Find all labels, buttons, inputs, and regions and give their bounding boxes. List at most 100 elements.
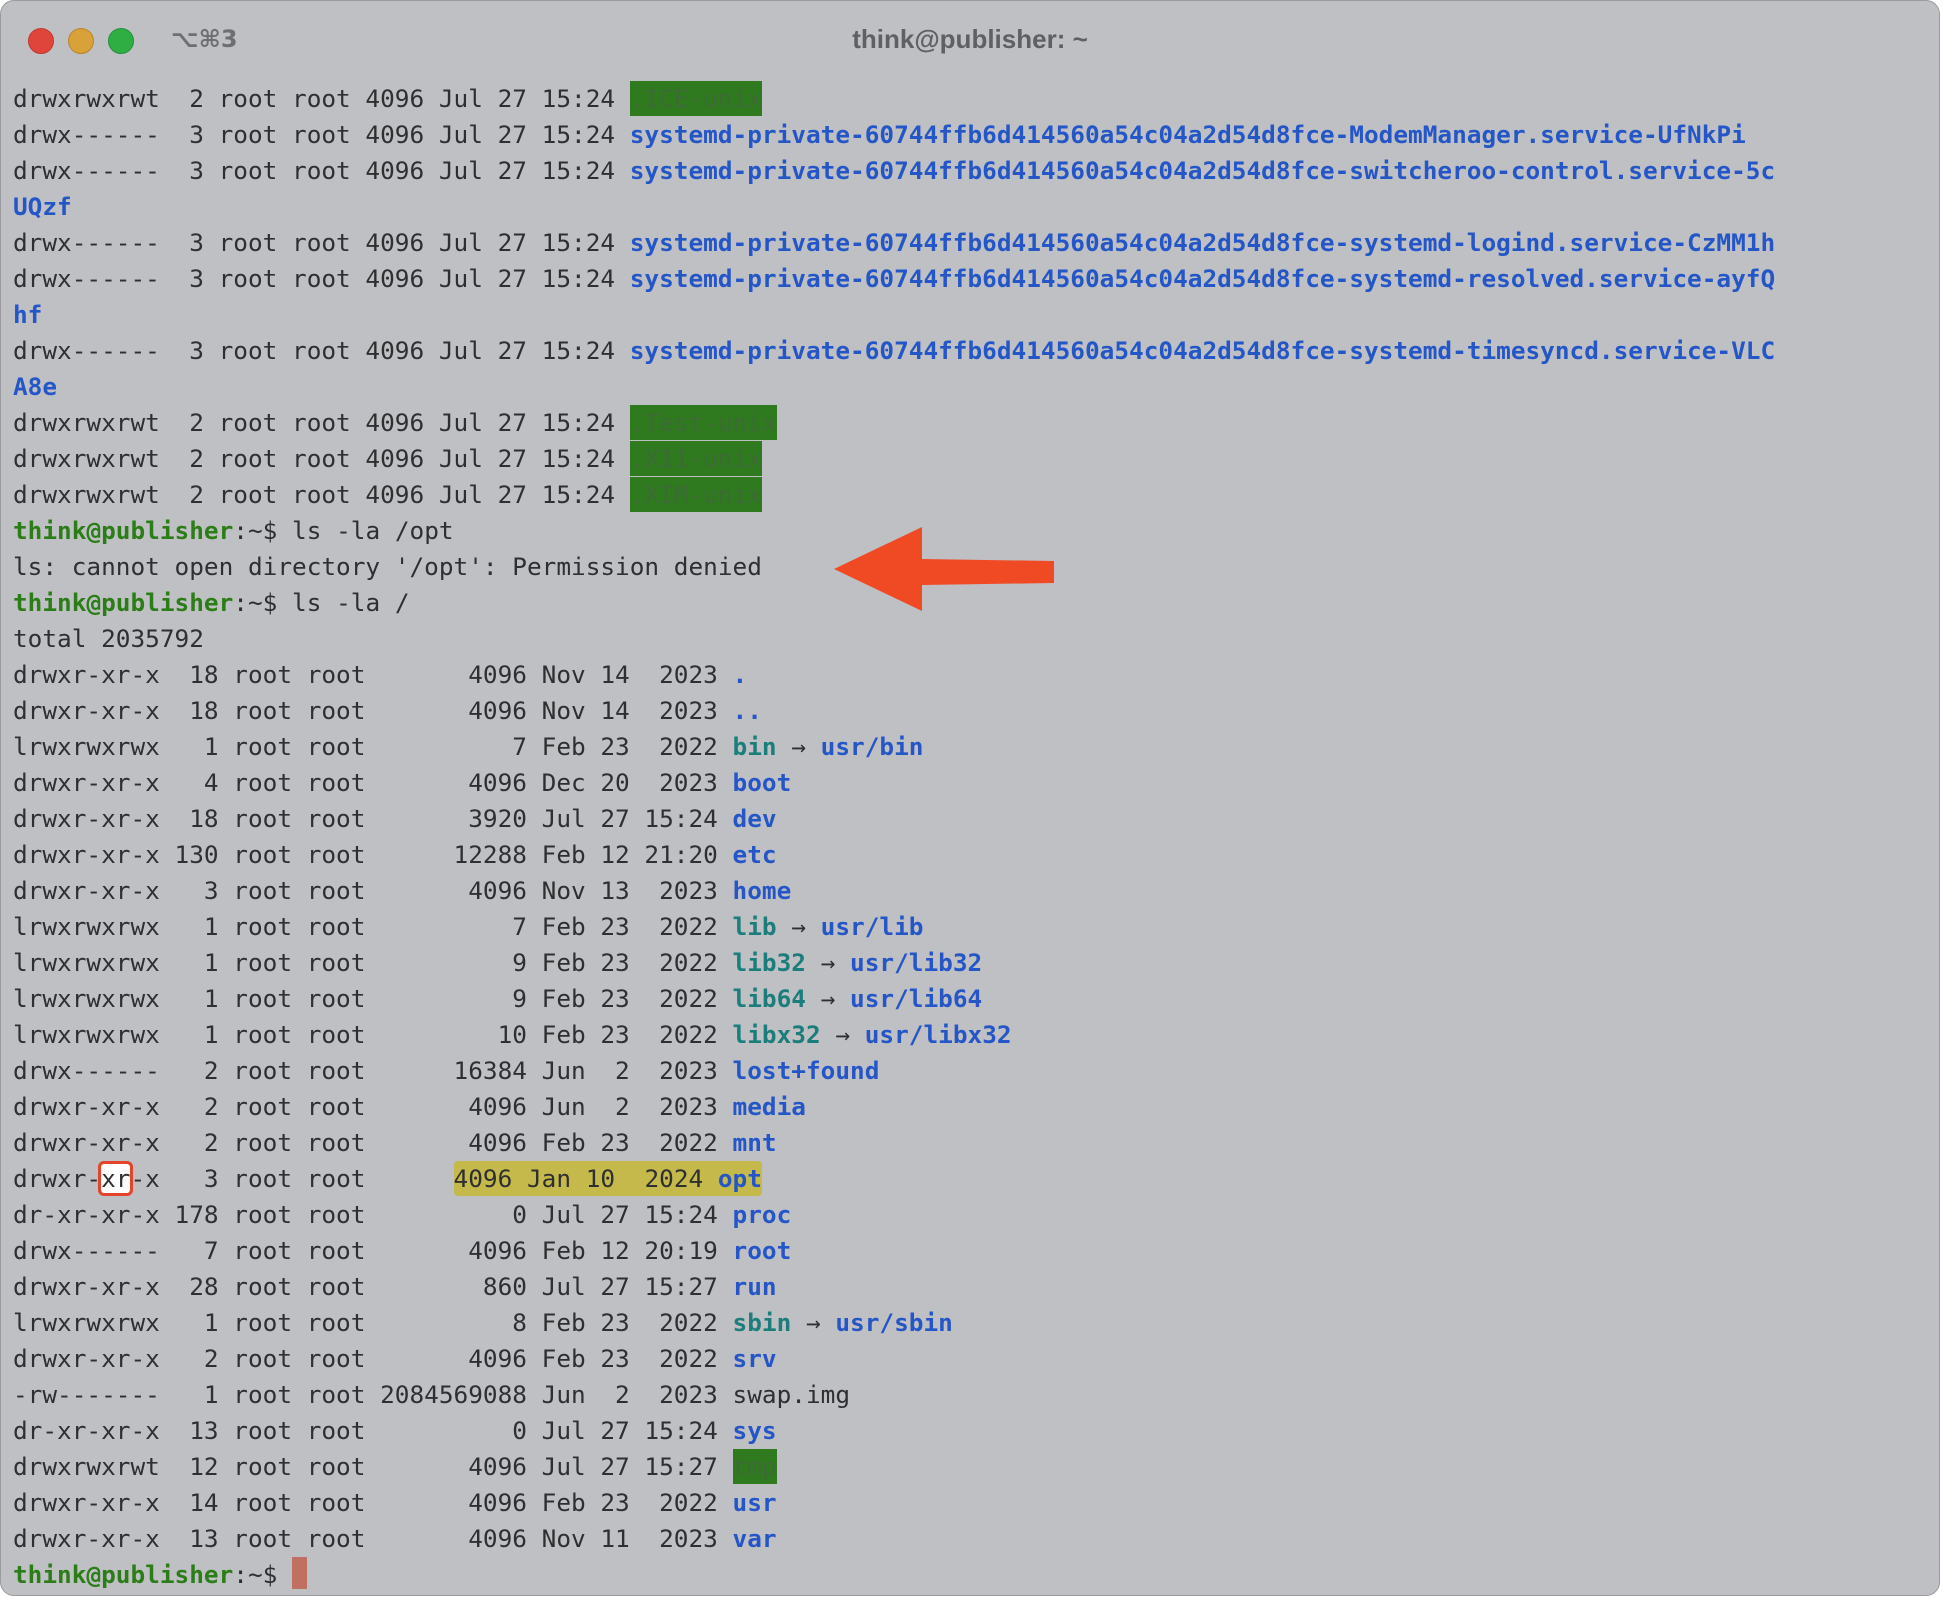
listing-row: dr-xr-xr-x 178 root root 0 Jul 27 15:24 … <box>13 1197 1939 1233</box>
entry-name: opt <box>717 1164 762 1193</box>
entry-meta: drwxr-xr-x 18 root root 3920 Jul 27 15:2… <box>13 804 733 833</box>
entry-name: var <box>732 1524 777 1553</box>
entry-name: sbin <box>732 1308 792 1337</box>
entry-meta: dr-xr-xr-x 178 root root 0 Jul 27 15:24 <box>13 1200 733 1229</box>
entry-meta: dr-xr-xr-x 13 root root 0 Jul 27 15:24 <box>13 1416 733 1445</box>
listing-row: lrwxrwxrwx 1 root root 10 Feb 23 2022 li… <box>13 1017 1939 1053</box>
command-text: ls -la /opt <box>292 516 454 545</box>
entry-meta: drwxr-xr-x 2 root root 4096 Feb 23 2022 <box>13 1128 733 1157</box>
entry-meta: drwxr-xr-x 3 root root 4096 Nov 13 2023 <box>13 876 733 905</box>
listing-row: lrwxrwxrwx 1 root root 7 Feb 23 2022 lib… <box>13 909 1939 945</box>
entry-name: proc <box>732 1200 792 1229</box>
entry-name: tmp <box>732 1449 777 1484</box>
symlink-target: usr/bin <box>820 732 924 761</box>
entry-name: systemd-private-60744ffb6d414560a54c04a2… <box>629 228 1776 257</box>
entry-meta: drwxrwxrwt 2 root root 4096 Jul 27 15:24 <box>13 84 630 113</box>
listing-row: drwxrwxrwt 2 root root 4096 Jul 27 15:24… <box>13 441 1939 477</box>
terminal-output[interactable]: drwxrwxrwt 2 root root 4096 Jul 27 15:24… <box>13 81 1939 1593</box>
prompt-path: :~ <box>233 516 263 545</box>
entry-name: lib32 <box>732 948 806 977</box>
entry-meta: drwxr-xr-x 2 root root 4096 Jun 2 2023 <box>13 1092 733 1121</box>
prompt-symbol: $ <box>262 516 293 545</box>
entry-meta: drwxr-xr-x 18 root root 4096 Nov 14 2023 <box>13 696 733 725</box>
text-cursor[interactable] <box>292 1557 308 1589</box>
prompt-symbol: $ <box>262 1560 293 1589</box>
listing-row: drwxr-xr-x 18 root root 4096 Nov 14 2023… <box>13 657 1939 693</box>
entry-name: usr <box>732 1488 777 1517</box>
listing-row: drwx------ 3 root root 4096 Jul 27 15:24… <box>13 225 1939 261</box>
listing-row: drwx------ 3 root root 4096 Jul 27 15:24… <box>13 333 1939 369</box>
listing-row: drwxr-xr-x 2 root root 4096 Feb 23 2022 … <box>13 1341 1939 1377</box>
symlink-target: usr/lib64 <box>850 984 983 1013</box>
total-text: total 2035792 <box>13 624 204 653</box>
symlink-target: usr/sbin <box>835 1308 953 1337</box>
listing-row: drwxr-xr-x 2 root root 4096 Feb 23 2022 … <box>13 1125 1939 1161</box>
entry-name: etc <box>732 840 777 869</box>
entry-meta: drwxrwxrwt 2 root root 4096 Jul 27 15:24 <box>13 408 630 437</box>
entry-meta: drwxr-xr-x 4 root root 4096 Dec 20 2023 <box>13 768 733 797</box>
entry-meta: drwxr-xr-x 28 root root 860 Jul 27 15:27 <box>13 1272 733 1301</box>
entry-meta: drwxr-xr-x 2 root root 4096 Feb 23 2022 <box>13 1344 733 1373</box>
annotation-arrow-icon <box>834 527 1054 611</box>
listing-row: drwxr-xr-x 2 root root 4096 Jun 2 2023 m… <box>13 1089 1939 1125</box>
listing-row: drwxr-xr-x 18 root root 3920 Jul 27 15:2… <box>13 801 1939 837</box>
entry-name: systemd-private-60744ffb6d414560a54c04a2… <box>629 336 1776 365</box>
entry-meta: drwx------ 7 root root 4096 Feb 12 20:19 <box>13 1236 733 1265</box>
perm-highlight-box: xr <box>98 1161 134 1196</box>
entry-perm: drwxr- <box>13 1164 102 1193</box>
total-line: total 2035792 <box>13 621 1939 657</box>
listing-row: drwxr-xr-x 3 root root 4096 Jan 10 2024 … <box>13 1161 1939 1197</box>
entry-meta: drwx------ 3 root root 4096 Jul 27 15:24 <box>13 264 630 293</box>
prompt-user-host: think@publisher <box>13 516 234 545</box>
entry-meta: -x 3 root root <box>130 1164 454 1193</box>
entry-name: lib <box>732 912 777 941</box>
entry-name: bin <box>732 732 777 761</box>
prompt-symbol: $ <box>262 588 293 617</box>
listing-row: drwxrwxrwt 2 root root 4096 Jul 27 15:24… <box>13 405 1939 441</box>
listing-row: drwxr-xr-x 14 root root 4096 Feb 23 2022… <box>13 1485 1939 1521</box>
entry-name: .ICE-unix <box>629 81 762 116</box>
entry-meta: drwxrwxrwt 12 root root 4096 Jul 27 15:2… <box>13 1452 733 1481</box>
entry-meta: drwx------ 3 root root 4096 Jul 27 15:24 <box>13 336 630 365</box>
listing-row: drwx------ 7 root root 4096 Feb 12 20:19… <box>13 1233 1939 1269</box>
entry-meta: drwxr-xr-x 14 root root 4096 Feb 23 2022 <box>13 1488 733 1517</box>
entry-meta: lrwxrwxrwx 1 root root 9 Feb 23 2022 <box>13 948 733 977</box>
listing-row: drwxr-xr-x 28 root root 860 Jul 27 15:27… <box>13 1269 1939 1305</box>
terminal-window: ⌥⌘3 think@publisher: ~ drwxrwxrwt 2 root… <box>0 0 1940 1596</box>
entry-name-wrap: UQzf <box>13 192 72 221</box>
prompt-path: :~ <box>233 588 263 617</box>
entry-meta: drwx------ 3 root root 4096 Jul 27 15:24 <box>13 156 630 185</box>
listing-row: drwxrwxrwt 2 root root 4096 Jul 27 15:24… <box>13 81 1939 117</box>
prompt-user-host: think@publisher <box>13 1560 234 1589</box>
symlink-target: usr/lib <box>820 912 924 941</box>
entry-name: systemd-private-60744ffb6d414560a54c04a2… <box>629 264 1776 293</box>
entry-name: mnt <box>732 1128 777 1157</box>
entry-meta: -rw------- 1 root root 2084569088 Jun 2 … <box>13 1380 733 1409</box>
listing-row: drwx------ 2 root root 16384 Jun 2 2023 … <box>13 1053 1939 1089</box>
entry-meta: lrwxrwxrwx 1 root root 7 Feb 23 2022 <box>13 732 733 761</box>
listing-row: drwxr-xr-x 130 root root 12288 Feb 12 21… <box>13 837 1939 873</box>
symlink-arrow: → <box>820 1020 865 1049</box>
listing-row-wrap: hf <box>13 297 1939 333</box>
window-title: think@publisher: ~ <box>852 24 1088 54</box>
command-text: ls -la / <box>292 588 410 617</box>
title-bar: ⌥⌘3 think@publisher: ~ <box>1 1 1939 79</box>
listing-row: dr-xr-xr-x 13 root root 0 Jul 27 15:24 s… <box>13 1413 1939 1449</box>
listing-row: -rw------- 1 root root 2084569088 Jun 2 … <box>13 1377 1939 1413</box>
entry-name: home <box>732 876 792 905</box>
entry-meta: drwxrwxrwt 2 root root 4096 Jul 27 15:24 <box>13 444 630 473</box>
entry-meta: drwx------ 3 root root 4096 Jul 27 15:24 <box>13 120 630 149</box>
listing-row: drwxr-xr-x 13 root root 4096 Nov 11 2023… <box>13 1521 1939 1557</box>
entry-name: srv <box>732 1344 777 1373</box>
prompt-path: :~ <box>233 1560 263 1589</box>
entry-name: . <box>732 660 748 689</box>
listing-row: drwx------ 3 root root 4096 Jul 27 15:24… <box>13 261 1939 297</box>
entry-name: run <box>732 1272 777 1301</box>
listing-row: lrwxrwxrwx 1 root root 7 Feb 23 2022 bin… <box>13 729 1939 765</box>
listing-row: drwxr-xr-x 18 root root 4096 Nov 14 2023… <box>13 693 1939 729</box>
error-message: ls: cannot open directory '/opt': Permis… <box>13 552 762 581</box>
entry-name: lost+found <box>732 1056 880 1085</box>
listing-row: drwxrwxrwt 12 root root 4096 Jul 27 15:2… <box>13 1449 1939 1485</box>
listing-row: drwxr-xr-x 4 root root 4096 Dec 20 2023 … <box>13 765 1939 801</box>
entry-meta: drwxrwxrwt 2 root root 4096 Jul 27 15:24 <box>13 480 630 509</box>
